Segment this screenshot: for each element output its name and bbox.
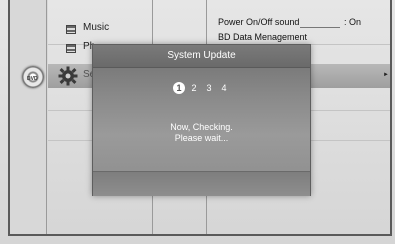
tv-screen: DVD Music Ph Se Power On/Off sound : On … (0, 0, 395, 244)
screen-frame (8, 0, 392, 236)
